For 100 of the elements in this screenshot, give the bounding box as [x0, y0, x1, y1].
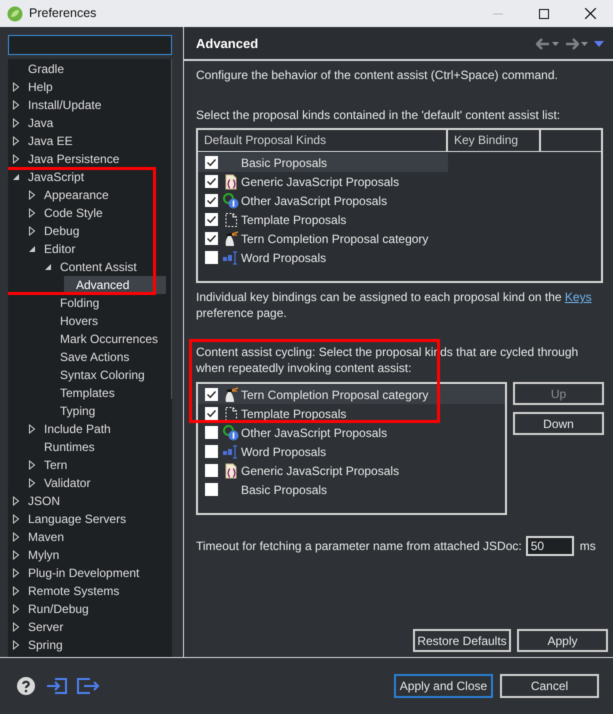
- column-header[interactable]: Key Binding: [448, 130, 541, 151]
- tree-item[interactable]: Syntax Coloring: [60, 366, 145, 384]
- checkbox[interactable]: [205, 232, 218, 245]
- list-row[interactable]: Word Proposals: [198, 248, 448, 267]
- dashed-document-icon: [223, 212, 239, 228]
- view-menu-button[interactable]: [594, 40, 604, 46]
- right-arrow-icon: [565, 38, 579, 50]
- checkbox[interactable]: [205, 213, 218, 226]
- list-item-label: Basic Proposals: [241, 154, 328, 172]
- tree-item[interactable]: Save Actions: [60, 348, 130, 366]
- list-row[interactable]: Basic Proposals: [198, 153, 448, 172]
- filter-field[interactable]: [8, 35, 172, 55]
- timeout-field[interactable]: 50: [526, 536, 574, 556]
- list-item-label: Generic JavaScript Proposals: [241, 174, 400, 190]
- tree-item[interactable]: Hovers: [60, 312, 98, 330]
- checkbox[interactable]: [205, 426, 218, 439]
- tree-item[interactable]: Editor: [44, 240, 76, 258]
- checkbox[interactable]: [205, 464, 218, 477]
- page-button[interactable]: Apply: [517, 629, 608, 652]
- page-button[interactable]: Restore Defaults: [413, 629, 511, 652]
- tree-item[interactable]: Validator: [44, 474, 90, 492]
- tree-item[interactable]: Tern: [44, 456, 68, 474]
- tree-item[interactable]: Templates: [60, 384, 115, 402]
- tree-item[interactable]: Language Servers: [28, 510, 126, 528]
- list-item-label: Other JavaScript Proposals: [241, 424, 388, 442]
- list-row[interactable]: Generic JavaScript Proposals: [198, 172, 448, 191]
- export-button[interactable]: [76, 677, 100, 695]
- tree-item[interactable]: Include Path: [44, 420, 111, 438]
- list-row[interactable]: Other JavaScript Proposals: [198, 191, 448, 210]
- tree-item[interactable]: Remote Systems: [28, 582, 120, 600]
- dashed-document-icon: [223, 406, 239, 422]
- tree-item[interactable]: Plug-in Development: [28, 564, 140, 582]
- help-button[interactable]: [17, 677, 35, 695]
- tree-item[interactable]: Folding: [60, 294, 100, 312]
- dialog-button[interactable]: Cancel: [500, 674, 599, 698]
- order-button[interactable]: Down: [513, 412, 604, 435]
- tree-item[interactable]: Gradle: [28, 60, 64, 78]
- keys-link[interactable]: Keys: [564, 290, 592, 304]
- list-item-label: Word Proposals: [241, 250, 326, 266]
- dialog-button[interactable]: Apply and Close: [394, 674, 493, 698]
- page-title: Advanced: [196, 34, 258, 53]
- list-row[interactable]: Word Proposals: [198, 442, 505, 461]
- tree-item[interactable]: Help: [28, 78, 53, 96]
- checkbox[interactable]: [205, 156, 218, 169]
- list-row[interactable]: Template Proposals: [198, 210, 448, 229]
- tree-item[interactable]: Content Assist: [60, 258, 137, 276]
- checkbox[interactable]: [205, 407, 218, 420]
- info-badge-icon: [223, 192, 239, 208]
- tree-item[interactable]: JavaScript: [28, 168, 84, 186]
- tree-item[interactable]: Advanced: [64, 276, 166, 294]
- import-button[interactable]: [46, 677, 68, 695]
- list-row[interactable]: Tern Completion Proposal category: [198, 385, 505, 404]
- forward-button[interactable]: [565, 38, 588, 50]
- checkbox[interactable]: [205, 388, 218, 401]
- caret-icon: [552, 42, 559, 46]
- list-item-label: Tern Completion Proposal category: [241, 386, 428, 404]
- tree-item[interactable]: Mylyn: [28, 546, 60, 564]
- document-braces-icon: [223, 462, 239, 478]
- import-icon: [46, 677, 68, 695]
- tree-item[interactable]: Run/Debug: [28, 600, 89, 618]
- checkbox[interactable]: [205, 483, 218, 496]
- checkbox[interactable]: [205, 194, 218, 207]
- back-button[interactable]: [536, 38, 559, 50]
- close-icon: [584, 8, 596, 19]
- description-text: Configure the behavior of the content assist (Ctrl+Space) command.: [196, 67, 559, 83]
- document-braces-icon: [223, 174, 239, 190]
- tree-item[interactable]: JSON: [28, 492, 60, 510]
- bird-icon: [223, 230, 239, 246]
- column-header[interactable]: Default Proposal Kinds: [198, 130, 448, 151]
- tree-item[interactable]: Install/Update: [28, 96, 102, 114]
- tree-item[interactable]: Runtimes: [44, 438, 95, 456]
- window-title: Preferences: [29, 5, 96, 22]
- export-icon: [76, 677, 100, 695]
- tree-item[interactable]: Server: [28, 618, 64, 636]
- list-row[interactable]: Other JavaScript Proposals: [198, 423, 505, 442]
- list-item-label: Basic Proposals: [241, 482, 328, 498]
- checkbox[interactable]: [205, 445, 218, 458]
- list-item-label: Other JavaScript Proposals: [241, 192, 388, 210]
- bird-icon: [223, 386, 239, 402]
- tree-item[interactable]: Debug: [44, 222, 80, 240]
- list-item-label: Generic JavaScript Proposals: [241, 462, 400, 480]
- tree-item[interactable]: Java EE: [28, 132, 73, 150]
- tree-item[interactable]: Code Style: [44, 204, 103, 222]
- unit-label: ms: [580, 538, 596, 555]
- tree-item[interactable]: Spring: [28, 636, 63, 654]
- list-row[interactable]: Tern Completion Proposal category: [198, 229, 448, 248]
- tree-item[interactable]: Java: [28, 114, 54, 132]
- tree-item[interactable]: Mark Occurrences: [60, 330, 158, 348]
- checkbox[interactable]: [205, 251, 218, 264]
- tree-item[interactable]: Typing: [60, 402, 96, 420]
- tree-item[interactable]: Appearance: [44, 186, 109, 204]
- list-row[interactable]: Generic JavaScript Proposals: [198, 461, 505, 480]
- list-item-label: Template Proposals: [241, 406, 346, 422]
- checkbox[interactable]: [205, 175, 218, 188]
- tree-item[interactable]: Maven: [28, 528, 64, 546]
- tree-item[interactable]: Java Persistence: [28, 150, 120, 168]
- list-row[interactable]: Basic Proposals: [198, 480, 505, 499]
- description-text: Individual key bindings can be assigned to each proposal kind on the Keys preference page.: [196, 289, 593, 321]
- text-cursor-icon: [223, 250, 239, 266]
- info-badge-icon: [223, 424, 239, 440]
